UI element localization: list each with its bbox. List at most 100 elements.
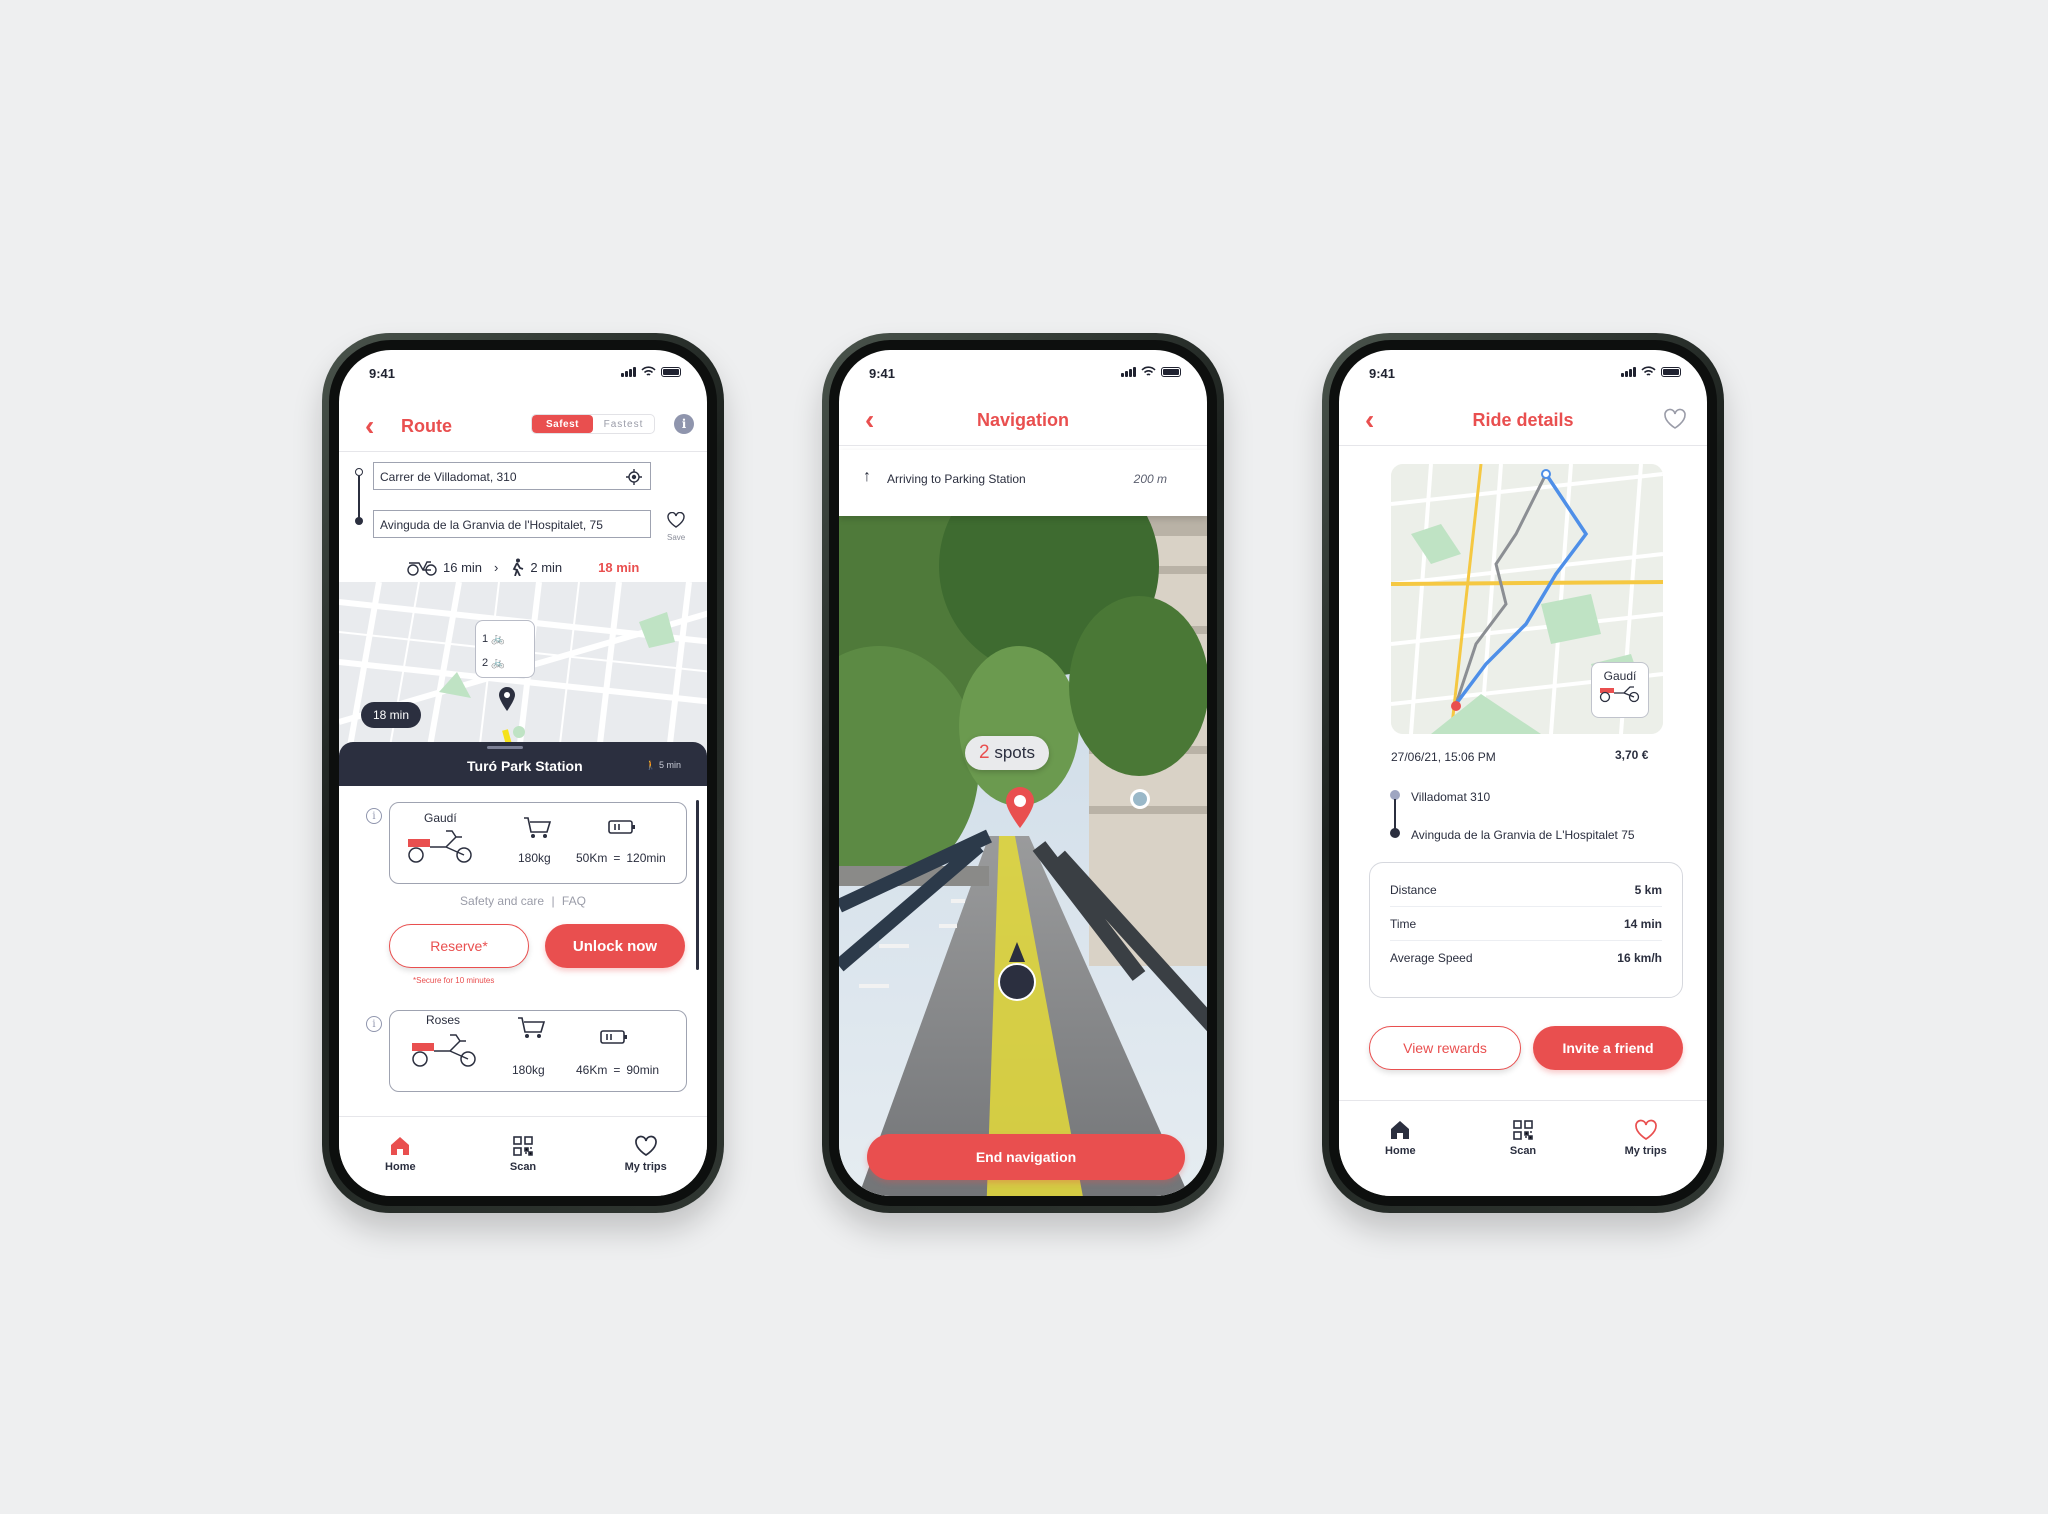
tab-label: Home bbox=[385, 1161, 416, 1173]
route-type-segment: Safest Fastest bbox=[531, 414, 655, 434]
stat-label: Average Speed bbox=[1390, 951, 1473, 965]
scrollbar[interactable] bbox=[696, 800, 699, 970]
cargo-bike-icon bbox=[1599, 686, 1640, 703]
destination-input[interactable]: Avinguda de la Granvia de l'Hospitalet, … bbox=[373, 510, 651, 538]
status-time: 9:41 bbox=[1369, 366, 1396, 381]
bike-weight: 180kg bbox=[512, 1063, 545, 1077]
signal-icon bbox=[621, 366, 636, 377]
back-button[interactable]: ‹ bbox=[365, 412, 374, 440]
stat-value: 16 km/h bbox=[1617, 951, 1662, 965]
status-bar: 9:41 bbox=[1339, 350, 1707, 386]
station-walk-time: 5 min bbox=[658, 760, 681, 770]
page-title: Route bbox=[401, 416, 452, 436]
signal-icon bbox=[1621, 366, 1636, 377]
stat-row-time: Time 14 min bbox=[1390, 907, 1662, 941]
phone-navigation: 9:41 ‹ Navigation 2 spots ↑ Arriving to … bbox=[822, 333, 1224, 1213]
heart-icon bbox=[667, 511, 685, 528]
wifi-icon bbox=[1641, 366, 1656, 376]
tab-my-trips[interactable]: My trips bbox=[1584, 1101, 1707, 1196]
safety-link[interactable]: Safety and care bbox=[460, 894, 544, 908]
bike-weight: 180kg bbox=[518, 851, 551, 865]
station-walk: 🚶 5 min bbox=[645, 760, 681, 771]
status-bar: 9:41 bbox=[839, 350, 1207, 386]
tab-bar: Home Scan My trips bbox=[339, 1116, 707, 1196]
walk-icon: 🚶 bbox=[645, 760, 657, 770]
route-map[interactable]: 1 🚲 2 🚲 18 min bbox=[339, 582, 707, 752]
equals-sign: = bbox=[613, 1063, 621, 1077]
drag-handle[interactable] bbox=[487, 746, 523, 749]
info-icon[interactable]: i bbox=[366, 808, 382, 824]
instruction-text: Arriving to Parking Station bbox=[887, 472, 1026, 486]
bike-card-roses[interactable]: Roses 180kg 46Km = 90min bbox=[389, 1010, 687, 1092]
route-screen: 9:41 ‹ Route Safest Fastest i Carrer de … bbox=[339, 350, 707, 1196]
bike-range-km: 50Km bbox=[576, 851, 608, 865]
wifi-icon bbox=[1141, 366, 1156, 376]
faq-link[interactable]: FAQ bbox=[562, 894, 586, 908]
stat-label: Time bbox=[1390, 917, 1417, 931]
battery-icon bbox=[1661, 366, 1681, 377]
bike-card-gaudi[interactable]: Gaudí 180kg 50Km = 120min bbox=[389, 802, 687, 884]
safest-tab[interactable]: Safest bbox=[532, 415, 593, 433]
equals-sign: = bbox=[613, 851, 621, 865]
tab-label: My trips bbox=[1624, 1145, 1667, 1157]
qr-code-icon bbox=[1513, 1120, 1533, 1140]
street-scene bbox=[839, 506, 1207, 1196]
spots-count: 2 bbox=[979, 742, 990, 763]
help-links: Safety and care | FAQ bbox=[460, 894, 586, 908]
origin-value: Carrer de Villadomat, 310 bbox=[380, 470, 517, 484]
ride-route-line bbox=[1389, 790, 1401, 838]
info-button[interactable]: i bbox=[674, 414, 694, 434]
status-time: 9:41 bbox=[869, 366, 896, 381]
home-icon bbox=[1391, 1121, 1410, 1139]
origin-input[interactable]: Carrer de Villadomat, 310 bbox=[373, 462, 651, 490]
bike-name: Gaudí bbox=[424, 811, 457, 825]
bike-range-time: 120min bbox=[626, 851, 666, 865]
station-panel-header[interactable]: Turó Park Station 🚶 5 min bbox=[339, 742, 707, 786]
battery-icon bbox=[608, 820, 635, 834]
fastest-tab[interactable]: Fastest bbox=[593, 415, 654, 433]
tab-my-trips[interactable]: My trips bbox=[584, 1117, 707, 1196]
status-time: 9:41 bbox=[369, 366, 396, 381]
end-navigation-button[interactable]: End navigation bbox=[867, 1134, 1185, 1180]
unlock-button[interactable]: Unlock now bbox=[545, 924, 685, 968]
stat-value: 5 km bbox=[1634, 883, 1662, 897]
ride-date: 27/06/21, 15:06 PM bbox=[1391, 750, 1496, 764]
reserve-note: *Secure for 10 minutes bbox=[413, 976, 495, 985]
navigation-header: ‹ Navigation bbox=[839, 394, 1207, 446]
tab-scan[interactable]: Scan bbox=[1462, 1101, 1585, 1196]
spots-bubble[interactable]: 2 spots bbox=[965, 736, 1049, 770]
cargo-bike-icon bbox=[407, 561, 437, 576]
ride-map[interactable]: Gaudí bbox=[1391, 464, 1663, 734]
destination-value: Avinguda de la Granvia de l'Hospitalet, … bbox=[380, 518, 603, 532]
reserve-button[interactable]: Reserve* bbox=[389, 924, 529, 968]
battery-icon bbox=[661, 366, 681, 377]
user-position-icon bbox=[998, 942, 1036, 1001]
save-route-button[interactable]: Save bbox=[667, 511, 685, 542]
route-header: ‹ Route Safest Fastest i bbox=[339, 400, 707, 452]
locate-icon[interactable] bbox=[626, 469, 642, 485]
map-badge-time: 18 min bbox=[373, 708, 410, 722]
info-icon[interactable]: i bbox=[366, 1016, 382, 1032]
ride-from: Villadomat 310 bbox=[1411, 790, 1491, 804]
stat-row-distance: Distance 5 km bbox=[1390, 877, 1662, 907]
tab-home[interactable]: Home bbox=[1339, 1101, 1462, 1196]
invite-friend-button[interactable]: Invite a friend bbox=[1533, 1026, 1683, 1070]
cart-weight-icon bbox=[524, 817, 552, 838]
parking-pin-icon[interactable] bbox=[1003, 786, 1037, 830]
qr-code-icon bbox=[513, 1136, 533, 1156]
view-rewards-button[interactable]: View rewards bbox=[1369, 1026, 1521, 1070]
tab-label: Scan bbox=[1509, 1145, 1537, 1157]
street-view[interactable]: 2 spots bbox=[839, 506, 1207, 1196]
favorite-heart-icon[interactable] bbox=[1663, 408, 1687, 430]
bike-badge: Gaudí bbox=[1591, 662, 1649, 718]
arrow-up-icon: ↑ bbox=[863, 468, 871, 485]
tab-scan[interactable]: Scan bbox=[462, 1117, 585, 1196]
phone-route: 9:41 ‹ Route Safest Fastest i Carrer de … bbox=[322, 333, 724, 1213]
bike-time: 16 min bbox=[443, 559, 483, 575]
heart-icon bbox=[634, 1135, 657, 1156]
tab-home[interactable]: Home bbox=[339, 1117, 462, 1196]
page-title: Ride details bbox=[1472, 410, 1574, 430]
station-marker-icon[interactable] bbox=[1129, 788, 1151, 810]
station-pin-card[interactable]: 1 🚲 2 🚲 bbox=[475, 620, 535, 678]
stat-row-speed: Average Speed 16 km/h bbox=[1390, 941, 1662, 971]
